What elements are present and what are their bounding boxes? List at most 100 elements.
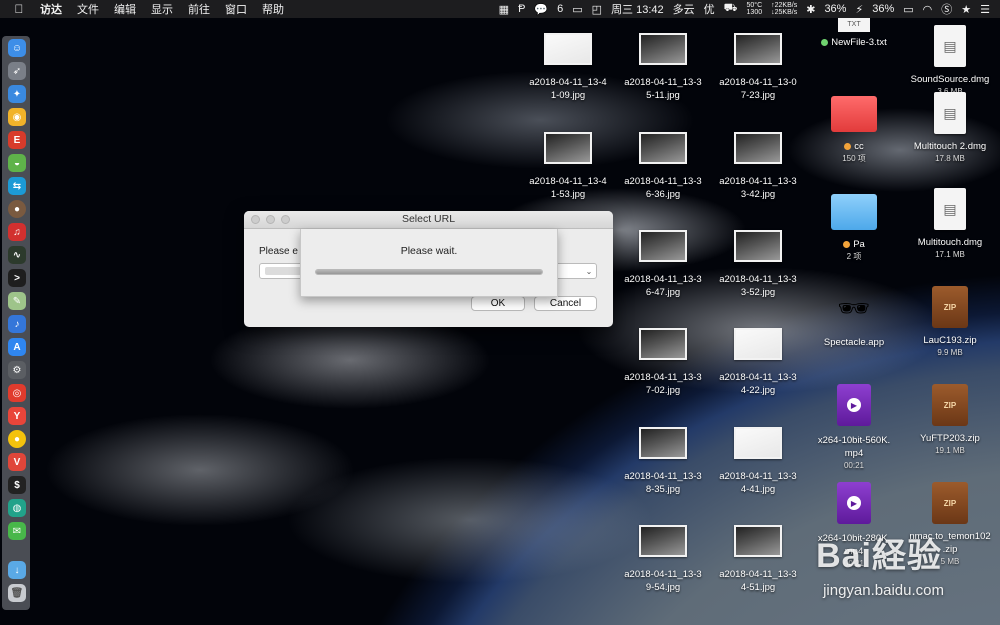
desktop-file[interactable]: a2018-04-11_13-3 4-51.jpg: [710, 525, 806, 594]
desktop-video-560k[interactable]: ▶ x264-10bit-560K. mp4 00:21: [806, 384, 902, 471]
chrome-icon[interactable]: ●: [8, 430, 26, 448]
trash-icon[interactable]: 🗑: [8, 584, 26, 602]
file-label: a2018-04-11_13-0 7-23.jpg: [719, 77, 797, 101]
air-quality-text: 优: [703, 4, 715, 16]
star-icon[interactable]: ★: [961, 3, 971, 16]
menu-edit[interactable]: 编辑: [114, 1, 136, 17]
wechat-dock-icon[interactable]: ✉: [8, 522, 26, 540]
iterm-icon[interactable]: $: [8, 476, 26, 494]
image-thumbnail-icon: [734, 132, 782, 164]
desktop-file[interactable]: a2018-04-11_13-3 9-54.jpg: [615, 525, 711, 594]
wechat-icon[interactable]: 💬: [534, 3, 548, 16]
disk-image-icon: ▤: [934, 92, 966, 134]
system-preferences-icon[interactable]: ⚙: [8, 361, 26, 379]
activity-monitor-icon[interactable]: ∿: [8, 246, 26, 264]
s-app-icon[interactable]: Ⓢ: [941, 1, 952, 17]
list-icon[interactable]: ☰: [980, 3, 990, 16]
desktop-file[interactable]: a2018-04-11_13-3 5-11.jpg: [615, 33, 711, 102]
apple-menu-icon[interactable]: : [12, 2, 26, 16]
file-label: a2018-04-11_13-3 4-22.jpg: [719, 372, 797, 396]
siri-mic-icon[interactable]: ♪: [8, 315, 26, 333]
desktop-dmg-multitouch2[interactable]: ▤ Multitouch 2.dmg 17.8 MB: [902, 92, 998, 164]
baidu-watermark-logo: Bai経验: [816, 537, 942, 575]
menu-help[interactable]: 帮助: [262, 1, 284, 17]
window-icon[interactable]: ◰: [592, 3, 602, 16]
chevron-down-icon[interactable]: ⌄: [582, 264, 596, 278]
disk-image-icon: ▤: [934, 188, 966, 230]
file-label: NewFile-3.txt: [806, 36, 902, 49]
netease-music-icon[interactable]: ◎: [8, 384, 26, 402]
bluetooth-icon[interactable]: ✱: [806, 3, 815, 16]
grid-icon[interactable]: ▦: [499, 3, 509, 16]
menu-file[interactable]: 文件: [77, 1, 99, 17]
desktop-file[interactable]: a2018-04-11_13-0 7-23.jpg: [710, 33, 806, 102]
menu-app-name[interactable]: 访达: [40, 1, 62, 17]
finder-icon[interactable]: ☺: [8, 39, 26, 57]
dialog-prompt: Please e: [259, 246, 298, 257]
weather-text[interactable]: 多云: [673, 1, 695, 17]
desktop-file[interactable]: a2018-04-11_13-3 8-35.jpg: [615, 427, 711, 496]
battery-percent-b: 36%: [872, 3, 895, 15]
file-label: SoundSource.dmg: [910, 74, 990, 85]
image-thumbnail-icon: [639, 525, 687, 557]
file-label: a2018-04-11_13-4 1-53.jpg: [529, 176, 607, 200]
desktop-folder-pa[interactable]: Pa 2 项: [806, 194, 902, 262]
screenshot-app-icon[interactable]: ●: [8, 200, 26, 218]
orange-tag-icon: [843, 240, 851, 248]
terminal-icon[interactable]: >: [8, 269, 26, 287]
temp-fan[interactable]: 50°C 1300: [747, 2, 763, 16]
android-icon[interactable]: ◒: [8, 154, 26, 172]
down-speed-text: ↓25KB/s: [771, 9, 798, 16]
wifi-icon[interactable]: ◠: [923, 3, 933, 16]
music-app-icon[interactable]: ♫: [8, 223, 26, 241]
desktop-file[interactable]: a2018-04-11_13-3 4-22.jpg: [710, 328, 806, 397]
temp-text: 50°C: [746, 2, 763, 9]
yandex-icon[interactable]: Y: [8, 407, 26, 425]
up-speed-text: ↑22KB/s: [771, 2, 798, 9]
safari-icon[interactable]: ✦: [8, 85, 26, 103]
downloads-folder-icon[interactable]: ↓: [8, 561, 26, 579]
dictionary-icon[interactable]: E: [8, 131, 26, 149]
vivaldi-icon[interactable]: V: [8, 453, 26, 471]
red-folder-icon: [831, 96, 877, 132]
menu-window[interactable]: 窗口: [225, 1, 247, 17]
clock[interactable]: 周三 13:42: [611, 1, 664, 17]
maps-icon[interactable]: ✎: [8, 292, 26, 310]
desktop-zip-yuftp[interactable]: ZIP YuFTP203.zip 19.1 MB: [902, 384, 998, 456]
ok-button[interactable]: OK: [471, 296, 525, 311]
wechat-count: 6: [557, 3, 564, 15]
desktop-file-txt[interactable]: TXT NewFile-3.txt: [806, 18, 902, 49]
desktop-dmg-multitouch[interactable]: ▤ Multitouch.dmg 17.1 MB: [902, 188, 998, 260]
launchpad-icon[interactable]: ➶: [8, 62, 26, 80]
network-speed[interactable]: ↑22KB/s ↓25KB/s: [771, 2, 797, 16]
desktop-file[interactable]: a2018-04-11_13-3 6-36.jpg: [615, 132, 711, 201]
desktop-file[interactable]: a2018-04-11_13-3 3-42.jpg: [710, 132, 806, 201]
p-icon[interactable]: Ᵽ: [518, 3, 525, 15]
desktop-app-spectacle[interactable]: 🕶 Spectacle.app: [806, 290, 902, 349]
file-label: a2018-04-11_13-3 7-02.jpg: [624, 372, 702, 396]
teamviewer-icon[interactable]: ⇆: [8, 177, 26, 195]
app-store-icon[interactable]: A: [8, 338, 26, 356]
cancel-button[interactable]: Cancel: [534, 296, 597, 311]
file-label: a2018-04-11_13-4 1-09.jpg: [529, 77, 607, 101]
desktop-file[interactable]: a2018-04-11_13-3 3-52.jpg: [710, 230, 806, 299]
screensharing-icon[interactable]: ◍: [8, 499, 26, 517]
desktop-file[interactable]: a2018-04-11_13-4 1-53.jpg: [520, 132, 616, 201]
display-icon[interactable]: ▭: [572, 3, 582, 16]
preview-icon[interactable]: ◉: [8, 108, 26, 126]
battery-icon[interactable]: ▭: [903, 3, 913, 16]
dialog-titlebar[interactable]: Select URL: [244, 211, 613, 229]
file-label: a2018-04-11_13-3 5-11.jpg: [624, 77, 702, 101]
desktop-zip-lauc[interactable]: ZIP LauC193.zip 9.9 MB: [902, 286, 998, 358]
desktop-file[interactable]: a2018-04-11_13-3 7-02.jpg: [615, 328, 711, 397]
desktop-folder-cc[interactable]: cc 150 项: [806, 96, 902, 164]
desktop-file[interactable]: a2018-04-11_13-3 6-47.jpg: [615, 230, 711, 299]
desktop-file[interactable]: a2018-04-11_13-4 1-09.jpg: [520, 33, 616, 102]
menu-view[interactable]: 显示: [151, 1, 173, 17]
desktop-dmg-soundsource[interactable]: ▤ SoundSource.dmg 3.6 MB: [902, 25, 998, 97]
file-label: Spectacle.app: [823, 337, 885, 348]
menu-go[interactable]: 前往: [188, 1, 210, 17]
truck-icon[interactable]: ⛟: [724, 2, 738, 16]
desktop-file[interactable]: a2018-04-11_13-3 4-41.jpg: [710, 427, 806, 496]
charging-icon: ⚡: [855, 3, 864, 16]
